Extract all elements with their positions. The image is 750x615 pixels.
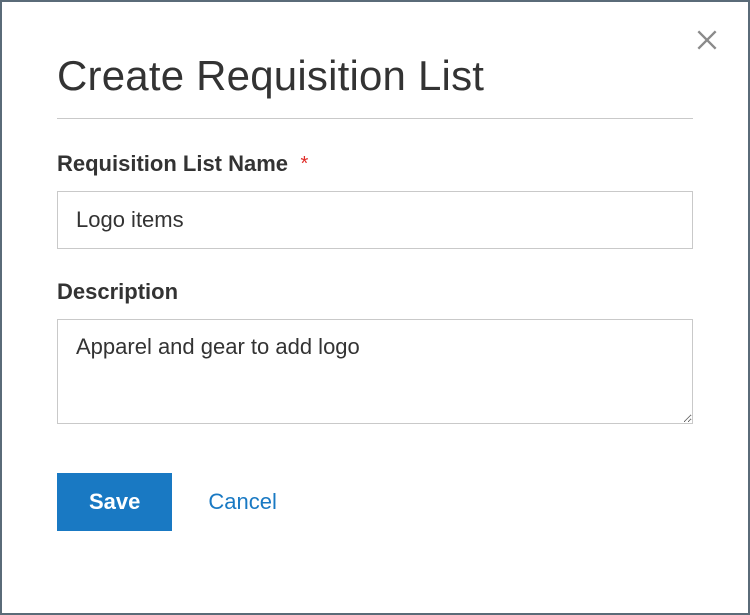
description-input[interactable] [57, 319, 693, 424]
cancel-link[interactable]: Cancel [208, 489, 276, 515]
modal-title: Create Requisition List [57, 52, 693, 100]
name-label: Requisition List Name [57, 151, 288, 177]
required-asterisk: * [301, 153, 309, 175]
close-icon [694, 27, 720, 53]
description-field-group: Description [57, 279, 693, 429]
create-requisition-modal: Create Requisition List Requisition List… [0, 0, 750, 615]
close-button[interactable] [694, 27, 720, 57]
description-label: Description [57, 279, 178, 305]
name-input[interactable] [57, 191, 693, 249]
modal-actions: Save Cancel [57, 473, 693, 531]
title-divider [57, 118, 693, 119]
name-field-group: Requisition List Name * [57, 151, 693, 249]
save-button[interactable]: Save [57, 473, 172, 531]
